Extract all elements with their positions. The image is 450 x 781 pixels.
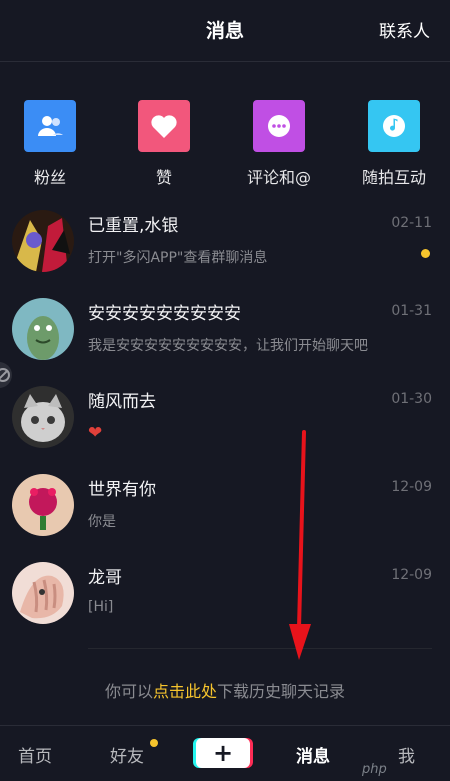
comment-icon <box>253 100 305 152</box>
conversation-preview: 打开"多闪APP"查看群聊消息 <box>88 250 268 266</box>
conversation-time: 01-31 <box>391 303 432 319</box>
conversation-row[interactable]: 随风而去 ❤ 01-30 <box>0 371 450 459</box>
quick-actions: 粉丝 赞 评论和@ 随拍互动 <box>0 100 450 190</box>
conversation-name: 已重置,水银 <box>88 216 179 236</box>
fans-entry[interactable]: 粉丝 <box>0 100 100 188</box>
tab-messages[interactable]: 消息 <box>296 742 330 767</box>
unread-dot <box>421 249 430 258</box>
avatar <box>12 210 74 272</box>
conversation-time: 02-11 <box>391 215 432 231</box>
avatar <box>12 562 74 624</box>
history-prefix: 你可以 <box>104 682 153 701</box>
history-hint: 你可以点击此处下载历史聊天记录 <box>0 678 450 702</box>
tab-home[interactable]: 首页 <box>18 742 52 767</box>
comments-entry[interactable]: 评论和@ <box>229 100 329 188</box>
music-icon <box>368 100 420 152</box>
plus-icon: + <box>212 739 234 767</box>
list-divider <box>88 648 432 649</box>
avatar <box>12 298 74 360</box>
fans-icon <box>24 100 76 152</box>
tab-friends[interactable]: 好友 <box>110 742 144 767</box>
download-history-link[interactable]: 点击此处 <box>153 682 217 701</box>
conversation-time: 12-09 <box>391 567 432 583</box>
conversation-name: 龙哥 <box>88 568 122 588</box>
contacts-button[interactable]: 联系人 <box>379 17 430 42</box>
conversation-name: 世界有你 <box>88 480 156 500</box>
heart-icon <box>138 100 190 152</box>
conversation-row[interactable]: 世界有你 你是 12-09 <box>0 459 450 547</box>
avatar <box>12 474 74 536</box>
friends-badge-dot <box>150 739 158 747</box>
likes-label: 赞 <box>155 168 172 187</box>
conversation-name: 随风而去 <box>88 392 156 412</box>
side-handle[interactable] <box>0 362 12 388</box>
conversation-preview: 你是 <box>88 514 116 530</box>
conversation-time: 01-30 <box>391 391 432 407</box>
conversation-row[interactable]: 龙哥 [Hi] 12-09 <box>0 547 450 635</box>
avatar <box>12 386 74 448</box>
create-button[interactable]: + <box>196 738 250 768</box>
top-bar: 消息 联系人 <box>0 0 450 62</box>
disc-icon <box>0 368 10 382</box>
history-suffix: 下载历史聊天记录 <box>217 682 346 701</box>
watermark-text: php <box>362 762 387 777</box>
conversation-preview: 我是安安安安安安安安安，让我们开始聊天吧 <box>88 338 368 354</box>
interaction-label: 随拍互动 <box>361 168 426 187</box>
conversation-row[interactable]: 安安安安安安安安安 我是安安安安安安安安安，让我们开始聊天吧 01-31 <box>0 283 450 371</box>
conversation-preview: ❤ <box>88 423 103 443</box>
conversation-time: 12-09 <box>391 479 432 495</box>
likes-entry[interactable]: 赞 <box>114 100 214 188</box>
conversation-row[interactable]: 已重置,水银 打开"多闪APP"查看群聊消息 02-11 <box>0 195 450 283</box>
tab-me[interactable]: 我 <box>398 742 415 767</box>
interaction-entry[interactable]: 随拍互动 <box>344 100 444 188</box>
conversation-preview: [Hi] <box>88 599 114 615</box>
conversation-name: 安安安安安安安安安 <box>88 304 241 324</box>
comments-label: 评论和@ <box>246 168 311 187</box>
fans-label: 粉丝 <box>33 168 66 187</box>
